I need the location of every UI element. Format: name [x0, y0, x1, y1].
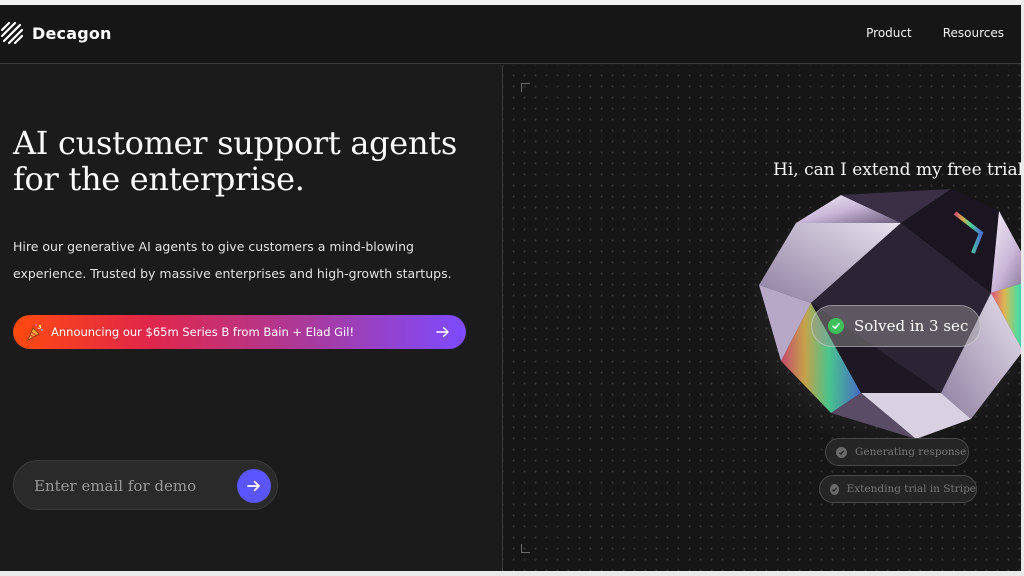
checkmark-icon [830, 483, 839, 495]
submit-email-button[interactable] [237, 469, 271, 503]
step-label: Generating response [855, 446, 967, 458]
solved-status-pill: Solved in 3 sec [811, 305, 981, 347]
corner-bracket-top-left [521, 83, 530, 92]
hero-section: AI customer support agents for the enter… [0, 65, 502, 571]
step-label: Extending trial in Stripe [846, 483, 976, 495]
announcement-banner[interactable]: Announcing our $65m Series B from Bain +… [13, 315, 466, 349]
checkmark-icon [836, 446, 847, 458]
nav-link-product[interactable]: Product [866, 26, 912, 40]
showcase-panel: Hi, can I extend my free trial? Solved i… [503, 65, 1021, 571]
email-input[interactable] [34, 474, 224, 498]
decagon-logo-icon [0, 21, 24, 45]
step-generating-response: Generating response [825, 438, 969, 466]
customer-question: Hi, can I extend my free trial? [773, 160, 1021, 180]
brand-name: Decagon [32, 23, 112, 43]
solved-status-text: Solved in 3 sec [854, 317, 969, 335]
step-extending-trial: Extending trial in Stripe [819, 475, 977, 503]
checkmark-icon [828, 318, 844, 334]
brand-logo[interactable]: Decagon [0, 21, 112, 45]
announcement-text: Announcing our $65m Series B from Bain +… [51, 325, 355, 339]
party-popper-icon [27, 324, 43, 341]
demo-email-form [13, 460, 278, 510]
hero-title: AI customer support agents for the enter… [13, 124, 457, 198]
corner-bracket-bottom-left [521, 544, 530, 553]
nav-links: Product Resources [866, 26, 1004, 40]
top-navbar: Decagon Product Resources [0, 5, 1021, 64]
nav-link-resources[interactable]: Resources [943, 26, 1004, 40]
arrow-right-icon [247, 480, 260, 492]
hero-subtitle: Hire our generative AI agents to give cu… [13, 239, 452, 281]
arrow-right-icon [436, 326, 449, 338]
window-bottom-edge [0, 571, 1024, 576]
